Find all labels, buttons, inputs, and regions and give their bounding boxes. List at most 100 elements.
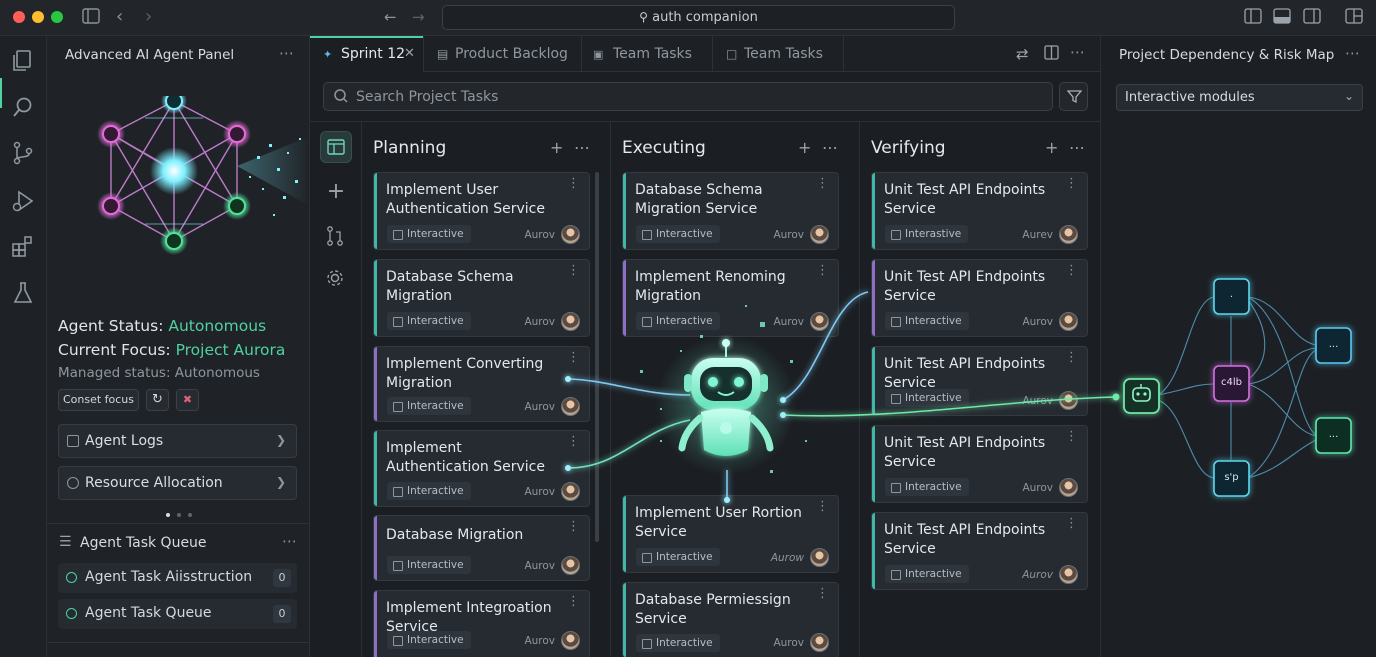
settings-gear-icon[interactable] (320, 263, 352, 295)
refresh-icon[interactable]: ↻ (146, 389, 169, 411)
card-more-icon[interactable]: ⋮ (816, 587, 829, 600)
card-more-icon[interactable]: ⋮ (1065, 351, 1078, 364)
card-more-icon[interactable]: ⋮ (816, 264, 829, 277)
pager-dots[interactable] (166, 506, 193, 521)
task-card[interactable]: Unit Test API Endpoints Service ⋮ Intera… (871, 172, 1088, 250)
add-icon[interactable]: + (320, 177, 352, 209)
agent-status: Agent Status: Autonomous (58, 317, 267, 335)
avatar (810, 548, 829, 567)
run-debug-icon[interactable] (10, 188, 36, 214)
avatar (1059, 565, 1078, 584)
card-more-icon[interactable]: ⋮ (567, 435, 580, 448)
card-more-icon[interactable]: ⋮ (1065, 430, 1078, 443)
stop-agent-icon[interactable]: ✖ (176, 389, 199, 411)
queue-item[interactable]: Agent Task Aiisstruction 0 (58, 563, 297, 593)
card-more-icon[interactable]: ⋮ (1065, 264, 1078, 277)
column-title-planning: Planning (373, 138, 447, 158)
task-card[interactable]: Database Schema Migration Service ⋮ Inte… (622, 172, 839, 250)
source-control-icon[interactable] (10, 140, 36, 166)
search-icon[interactable] (10, 94, 36, 120)
task-card[interactable]: Database Schema Migration ⋮ Interactive … (373, 259, 590, 337)
explorer-icon[interactable] (10, 48, 36, 74)
tab-product-backlog[interactable]: ▤ Product Backlog (424, 36, 582, 72)
tab-sprint-12[interactable]: ✦ Sprint 12 ✕ (310, 36, 424, 72)
minimize-window-button[interactable] (32, 11, 44, 23)
zoom-window-button[interactable] (51, 11, 63, 23)
command-search-input[interactable]: ⚲ auth companion (442, 5, 955, 30)
card-more-icon[interactable]: ⋮ (567, 595, 580, 608)
task-card[interactable]: Unit Test API Endpoints Service ⋮ Intera… (871, 259, 1088, 337)
add-card-icon[interactable]: + (550, 138, 563, 157)
layout-panel-icon[interactable] (1273, 8, 1293, 28)
resource-allocation-button[interactable]: Resource Allocation ❯ (58, 466, 297, 500)
tab-team-tasks[interactable]: ▣ Team Tasks (582, 36, 713, 72)
layout-split-icon[interactable] (1244, 8, 1264, 28)
customize-layout-icon[interactable] (1345, 8, 1365, 28)
card-more-icon[interactable]: ⋮ (567, 351, 580, 364)
compare-icon[interactable]: ⇄ (1016, 45, 1029, 63)
agent-panel-more-icon[interactable]: ⋯ (279, 44, 295, 62)
queue-item[interactable]: Agent Task Queue 0 (58, 599, 297, 629)
task-card[interactable]: Unit Test API Endpoints Service ⋮ Intera… (871, 512, 1088, 590)
avatar (561, 482, 580, 501)
card-more-icon[interactable]: ⋮ (567, 520, 580, 533)
task-card[interactable]: Implement Converting Migration ⋮ Interac… (373, 346, 590, 422)
extensions-icon[interactable] (10, 234, 36, 260)
add-card-icon[interactable]: + (1045, 138, 1058, 157)
avatar (1059, 391, 1078, 410)
filter-button[interactable] (1059, 82, 1088, 111)
forward-arrow-icon[interactable]: › (145, 8, 165, 28)
column-title-executing: Executing (622, 138, 706, 158)
cube-icon (67, 477, 79, 489)
reset-focus-button[interactable]: Conset focus (58, 389, 139, 411)
task-card[interactable]: Implement Renoming Migration ⋮ Interacti… (622, 259, 839, 337)
task-card[interactable]: Unit Test API Endpoints Service ⋮ Intera… (871, 425, 1088, 503)
title-bar: ‹ › ← → ⚲ auth companion (0, 0, 1376, 36)
card-more-icon[interactable]: ⋮ (567, 264, 580, 277)
task-queue-more-icon[interactable]: ⋯ (282, 532, 298, 550)
scrollbar[interactable] (595, 172, 599, 542)
pull-request-icon[interactable] (320, 221, 352, 253)
agent-logs-button[interactable]: Agent Logs ❯ (58, 424, 297, 458)
list-icon: ☰ (59, 534, 72, 550)
module-filter-select[interactable]: Interactive modules ⌄ (1116, 84, 1363, 111)
close-window-button[interactable] (13, 11, 25, 23)
tabs-more-icon[interactable]: ⋯ (1070, 43, 1086, 61)
chevron-right-icon: ❯ (275, 433, 286, 447)
nav-back-icon[interactable]: ← (384, 8, 404, 28)
task-search-input[interactable]: Search Project Tasks (323, 82, 1053, 111)
close-tab-icon[interactable]: ✕ (404, 46, 415, 61)
split-editor-icon[interactable] (1044, 45, 1059, 64)
sidebar-toggle-icon[interactable] (82, 8, 102, 28)
task-card[interactable]: Implement Authentication Service ⋮ Inter… (373, 430, 590, 507)
tab-team-tasks-2[interactable]: □ Team Tasks (713, 36, 844, 72)
task-card[interactable]: Implement User Authentication Service ⋮ … (373, 172, 590, 250)
task-queue-title: Agent Task Queue (80, 535, 207, 551)
task-card[interactable]: Database Migration ⋮ Interactive Aurov (373, 515, 590, 581)
card-more-icon[interactable]: ⋮ (1065, 177, 1078, 190)
nav-forward-icon[interactable]: → (412, 8, 432, 28)
card-more-icon[interactable]: ⋮ (1065, 517, 1078, 530)
testing-flask-icon[interactable] (10, 280, 36, 306)
board-view-icon[interactable] (320, 131, 352, 163)
card-more-icon[interactable]: ⋮ (816, 177, 829, 190)
column-more-icon[interactable]: ⋯ (822, 138, 838, 157)
task-card[interactable]: Unit Test API Endpoints Service ⋮ Intera… (871, 346, 1088, 416)
dependency-panel-more-icon[interactable]: ⋯ (1345, 44, 1361, 62)
task-card[interactable]: Implement Integroation Service ⋮ Interac… (373, 590, 590, 657)
activity-bar (0, 36, 47, 657)
column-more-icon[interactable]: ⋯ (1069, 138, 1085, 157)
layout-sidebar-right-icon[interactable] (1303, 8, 1323, 28)
active-indicator (0, 78, 2, 108)
task-card[interactable]: Implement User Rortion Service ⋮ Interac… (622, 495, 839, 573)
add-card-icon[interactable]: + (798, 138, 811, 157)
tab-bar: ✦ Sprint 12 ✕ ▤ Product Backlog ▣ Team T… (310, 36, 1100, 72)
avatar (561, 556, 580, 575)
card-more-icon[interactable]: ⋮ (816, 500, 829, 513)
card-more-icon[interactable]: ⋮ (567, 177, 580, 190)
avatar (1059, 478, 1078, 497)
back-arrow-icon[interactable]: ‹ (116, 8, 136, 28)
divider (310, 121, 1100, 122)
task-card[interactable]: Database Permiessign Service ⋮ Interacti… (622, 582, 839, 657)
column-more-icon[interactable]: ⋯ (574, 138, 590, 157)
